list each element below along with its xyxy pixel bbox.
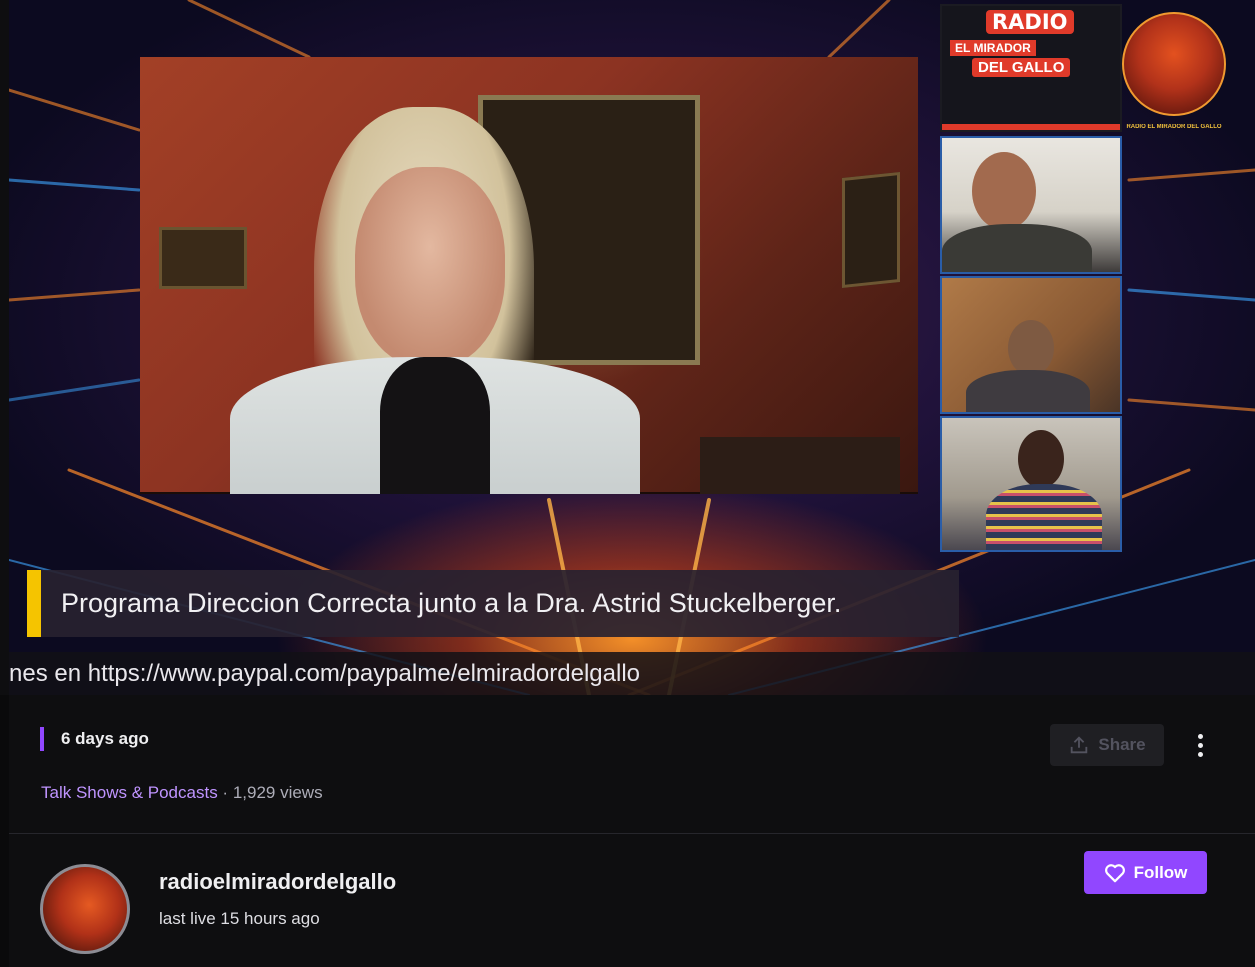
participant-body: [986, 484, 1102, 550]
video-info-panel: 6 days ago Talk Shows & Podcasts · 1,929…: [0, 695, 1255, 967]
participant-body: [942, 224, 1092, 272]
caption-accent: [27, 570, 41, 637]
logo-caption: RADIO EL MIRADOR DEL GALLO: [1126, 124, 1222, 130]
more-dot-icon: [1197, 751, 1203, 757]
more-options-button[interactable]: [1186, 728, 1214, 762]
channel-live-status: last live 15 hours ago: [159, 909, 320, 928]
category-link[interactable]: Talk Shows & Podcasts: [41, 783, 218, 802]
wall-frame: [842, 171, 900, 289]
channel-logo-overlay: RADIO EL MIRADOR DEL GALLO: [1122, 12, 1226, 140]
lower-third-caption: Programa Direccion Correcta junto a la D…: [27, 570, 959, 637]
follow-label: Follow: [1133, 862, 1188, 882]
radio-logo-title: RADIO: [986, 10, 1074, 34]
ticker-text: nes en https://www.paypal.com/paypalme/e…: [9, 660, 640, 687]
radio-logo-line3: DEL GALLO: [972, 58, 1071, 77]
participant-tile-guest2: [940, 416, 1122, 552]
view-count: 1,929 views: [232, 783, 323, 802]
participant-tile-guest1: [940, 276, 1122, 414]
wall-frame: [159, 227, 247, 289]
speaker-face: [355, 167, 505, 367]
date-row: 6 days ago: [40, 727, 149, 751]
video-meta: Talk Shows & Podcasts · 1,929 views: [41, 783, 323, 803]
radio-logo-tile: RADIO EL MIRADOR DEL GALLO: [940, 4, 1122, 132]
meta-separator: ·: [217, 783, 233, 802]
video-player[interactable]: RADIO EL MIRADOR DEL GALLO RADIO EL MIRA…: [9, 0, 1255, 695]
share-label: Share: [1098, 735, 1146, 754]
share-icon: [1071, 736, 1088, 754]
rooster-logo-icon: [1122, 12, 1226, 116]
participant-body: [966, 370, 1090, 412]
more-dot-icon: [1197, 742, 1203, 748]
participant-head: [1008, 320, 1054, 376]
share-button[interactable]: Share: [1050, 724, 1164, 766]
caption-text: Programa Direccion Correcta junto a la D…: [61, 588, 842, 618]
more-dot-icon: [1197, 733, 1203, 739]
participant-tile-host: [940, 136, 1122, 274]
section-divider: [9, 833, 1255, 834]
heart-icon: [1104, 863, 1125, 882]
participant-head: [1018, 430, 1064, 488]
scrolling-ticker: nes en https://www.paypal.com/paypalme/e…: [9, 652, 1255, 695]
main-speaker-video: [140, 57, 918, 494]
date-accent-bar: [40, 727, 44, 751]
left-edge: [0, 695, 9, 967]
follow-button[interactable]: Follow: [1084, 851, 1207, 894]
participant-head: [972, 152, 1036, 230]
video-date: 6 days ago: [61, 729, 149, 748]
channel-name[interactable]: radioelmiradordelgallo: [159, 869, 396, 895]
bookshelf: [700, 437, 900, 494]
radio-logo-line2: EL MIRADOR: [950, 40, 1036, 56]
channel-avatar[interactable]: [40, 864, 130, 954]
radio-logo-strip: [942, 124, 1120, 130]
speaker-turtleneck: [380, 357, 490, 494]
